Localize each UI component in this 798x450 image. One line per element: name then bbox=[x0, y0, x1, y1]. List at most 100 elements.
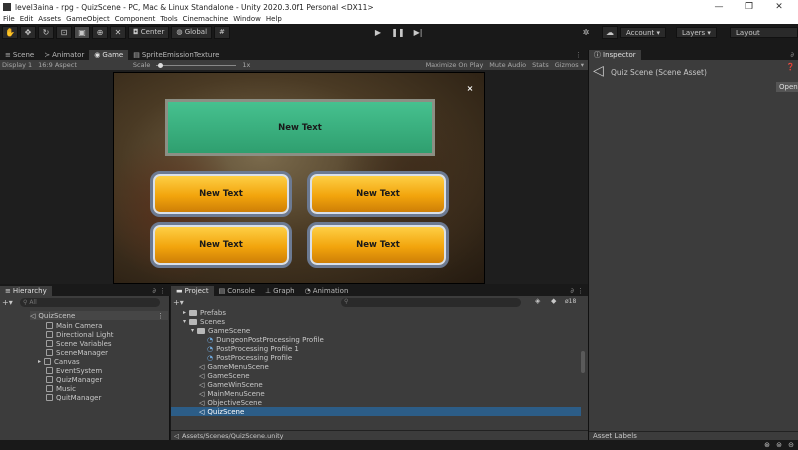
filter-label-icon[interactable]: ◆ bbox=[551, 297, 556, 305]
collab-icon[interactable]: ✲ bbox=[578, 26, 594, 39]
hierarchy-search-input[interactable]: ⚲ All bbox=[20, 298, 160, 307]
tab-project[interactable]: ▬ Project bbox=[171, 286, 214, 296]
gizmos-dropdown[interactable]: Gizmos ▾ bbox=[555, 61, 584, 69]
list-item[interactable]: Music bbox=[46, 384, 76, 393]
hand-tool-icon[interactable]: ✋ bbox=[2, 25, 18, 39]
custom-tool-icon[interactable]: ✕ bbox=[110, 25, 126, 39]
list-item[interactable]: ◁ ObjectiveScene bbox=[171, 398, 581, 407]
rotate-tool-icon[interactable]: ↻ bbox=[38, 25, 54, 39]
layers-dropdown[interactable]: Layers ▾ bbox=[676, 27, 717, 38]
cloud-icon[interactable]: ☁ bbox=[602, 26, 618, 39]
minimize-button[interactable]: — bbox=[704, 0, 734, 14]
menu-component[interactable]: Component bbox=[115, 15, 156, 23]
pivot-toggle[interactable]: ◘ Center bbox=[128, 25, 170, 39]
stats-toggle[interactable]: Stats bbox=[532, 61, 549, 69]
list-item[interactable]: Main Camera bbox=[46, 321, 102, 330]
aspect-dropdown[interactable]: 16:9 Aspect bbox=[38, 61, 77, 69]
layout-dropdown[interactable]: Layout bbox=[730, 27, 798, 38]
move-tool-icon[interactable]: ✥ bbox=[20, 25, 36, 39]
list-item[interactable]: ▾ GameScene bbox=[171, 326, 581, 335]
mute-audio-toggle[interactable]: Mute Audio bbox=[489, 61, 526, 69]
answer-button-4[interactable]: New Text bbox=[307, 222, 449, 268]
project-search-input[interactable]: ⚲ bbox=[341, 298, 521, 307]
transform-tool-icon[interactable]: ⊕ bbox=[92, 25, 108, 39]
list-item[interactable]: QuizManager bbox=[46, 375, 102, 384]
list-item[interactable]: EventSystem bbox=[46, 366, 102, 375]
scale-slider[interactable] bbox=[156, 62, 237, 68]
expand-arrow-icon[interactable]: ▾ bbox=[191, 327, 194, 334]
menu-window[interactable]: Window bbox=[233, 15, 261, 23]
expand-arrow-icon[interactable]: ▸ bbox=[183, 309, 186, 316]
answer-button-2[interactable]: New Text bbox=[307, 171, 449, 217]
scale-slider-thumb[interactable] bbox=[158, 62, 164, 68]
hidden-count[interactable]: ø18 bbox=[565, 298, 576, 305]
list-item[interactable]: Directional Light bbox=[46, 330, 114, 339]
menu-edit[interactable]: Edit bbox=[20, 15, 34, 23]
project-lock-icon[interactable]: ∂ bbox=[570, 287, 574, 295]
scene-menu-icon[interactable]: ⋮ bbox=[157, 312, 164, 320]
list-item[interactable]: Scene Variables bbox=[46, 339, 112, 348]
space-toggle[interactable]: ◍ Global bbox=[171, 25, 213, 39]
list-item[interactable]: ◔ PostProcessing Profile 1 bbox=[171, 344, 581, 353]
project-menu-icon[interactable]: ⋮ bbox=[577, 287, 584, 295]
list-item[interactable]: ◁ GameWinScene bbox=[171, 380, 581, 389]
menu-gameobject[interactable]: GameObject bbox=[66, 15, 110, 23]
hierarchy-lock-icon[interactable]: ∂ bbox=[152, 287, 156, 295]
inspector-lock-icon[interactable]: ∂ bbox=[790, 51, 794, 59]
list-item[interactable]: ▸ Canvas bbox=[38, 357, 80, 366]
maximize-on-play-toggle[interactable]: Maximize On Play bbox=[426, 61, 484, 69]
rect-tool-icon[interactable]: ▣ bbox=[74, 25, 90, 39]
close-quiz-icon[interactable]: × bbox=[466, 85, 474, 93]
tab-sprite-emission[interactable]: ▤ SpriteEmissionTexture bbox=[128, 50, 224, 60]
play-button-icon[interactable]: ▶ bbox=[370, 25, 386, 39]
list-item[interactable]: ◁ GameMenuScene bbox=[171, 362, 581, 371]
expand-arrow-icon[interactable]: ▸ bbox=[38, 358, 41, 365]
answer-button-3[interactable]: New Text bbox=[150, 222, 292, 268]
project-scrollbar[interactable] bbox=[581, 351, 585, 373]
create-dropdown[interactable]: +▾ bbox=[2, 298, 13, 307]
tab-animator[interactable]: ≻ Animator bbox=[39, 50, 89, 60]
expand-arrow-icon[interactable]: ▾ bbox=[183, 318, 186, 325]
answer-button-1[interactable]: New Text bbox=[150, 171, 292, 217]
tab-graph[interactable]: ⊥ Graph bbox=[260, 286, 300, 296]
list-item[interactable]: ◁ GameScene bbox=[171, 371, 581, 380]
list-item[interactable]: ▸ Prefabs bbox=[171, 308, 581, 317]
list-item-selected[interactable]: ◁ QuizScene bbox=[171, 407, 581, 416]
open-button[interactable]: Open bbox=[776, 82, 798, 92]
tab-inspector[interactable]: ⓘ Inspector bbox=[589, 50, 641, 60]
status-icon-1[interactable]: ⊛ bbox=[764, 441, 770, 449]
list-item[interactable]: ◔ DungeonPostProcessing Profile bbox=[171, 335, 581, 344]
display-dropdown[interactable]: Display 1 bbox=[2, 61, 32, 69]
tab-animation[interactable]: ◔ Animation bbox=[300, 286, 354, 296]
scene-root[interactable]: ◁ QuizScene ⋮ bbox=[30, 311, 168, 320]
list-item[interactable]: ▾ Scenes bbox=[171, 317, 581, 326]
account-dropdown[interactable]: Account ▾ bbox=[620, 27, 667, 38]
maximize-button[interactable]: ❐ bbox=[734, 0, 764, 14]
menu-tools[interactable]: Tools bbox=[160, 15, 177, 23]
inspector-help-icon[interactable]: ❓ bbox=[786, 63, 795, 71]
status-icon-2[interactable]: ⊜ bbox=[776, 441, 782, 449]
step-button-icon[interactable]: ▶| bbox=[410, 25, 426, 39]
list-item[interactable]: SceneManager bbox=[46, 348, 108, 357]
list-item[interactable]: QuitManager bbox=[46, 393, 101, 402]
tab-console[interactable]: ▤ Console bbox=[214, 286, 260, 296]
tab-hierarchy[interactable]: ≡ Hierarchy bbox=[0, 286, 52, 296]
filter-type-icon[interactable]: ◈ bbox=[535, 297, 540, 305]
menu-file[interactable]: File bbox=[3, 15, 15, 23]
project-create-dropdown[interactable]: +▾ bbox=[173, 298, 184, 307]
snap-toggle[interactable]: # bbox=[214, 25, 230, 39]
panel-menu-icon[interactable]: ⋮ bbox=[575, 51, 582, 59]
scale-tool-icon[interactable]: ⊡ bbox=[56, 25, 72, 39]
tab-game[interactable]: ◉ Game bbox=[89, 50, 129, 60]
menu-assets[interactable]: Assets bbox=[38, 15, 61, 23]
close-button[interactable]: ✕ bbox=[764, 0, 794, 14]
status-icon-3[interactable]: ⊝ bbox=[788, 441, 794, 449]
list-item[interactable]: ◁ MainMenuScene bbox=[171, 389, 581, 398]
selected-asset-path: Assets/Scenes/QuizScene.unity bbox=[182, 431, 284, 440]
list-item[interactable]: ◔ PostProcessing Profile bbox=[171, 353, 581, 362]
tab-scene[interactable]: ≡ Scene bbox=[0, 50, 39, 60]
pause-button-icon[interactable]: ❚❚ bbox=[390, 25, 406, 39]
menu-help[interactable]: Help bbox=[266, 15, 282, 23]
hierarchy-menu-icon[interactable]: ⋮ bbox=[159, 287, 166, 295]
menu-cinemachine[interactable]: Cinemachine bbox=[183, 15, 229, 23]
